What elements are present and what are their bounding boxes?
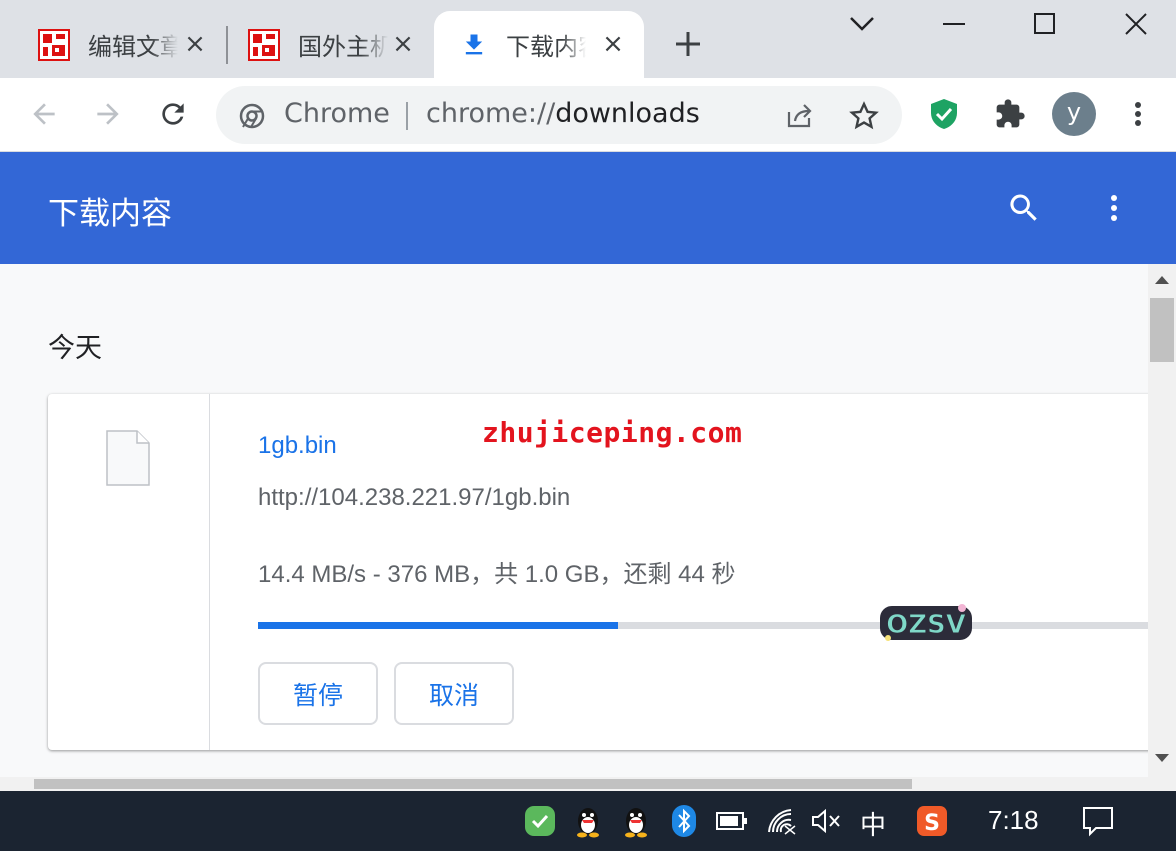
download-status: 14.4 MB/s - 376 MB，共 1.0 GB，还剩 44 秒 [258, 561, 736, 588]
url-host: downloads [555, 98, 700, 129]
file-icon-column [48, 394, 210, 750]
tab-strip: 编辑文章 × 国外主机 × 下载内容 × [0, 0, 1176, 78]
tab-title: 编辑文章 [88, 33, 178, 61]
search-icon[interactable] [1006, 190, 1042, 226]
reload-icon[interactable] [155, 96, 191, 132]
scroll-down-arrow-icon[interactable] [1155, 754, 1169, 762]
horizontal-scrollbar[interactable] [0, 777, 1176, 791]
red-site-favicon-icon [248, 28, 280, 61]
file-source-url[interactable]: http://104.238.221.97/1gb.bin [258, 484, 570, 512]
bookmark-star-icon[interactable] [848, 100, 880, 132]
tab-hosting[interactable]: 国外主机 × [228, 11, 434, 78]
omnibox-chip: Chrome [284, 98, 390, 129]
chrome-logo-icon [238, 102, 266, 130]
browser-toolbar: Chrome chrome://downloads y [0, 78, 1176, 152]
sticker-text: OZSV [886, 610, 966, 640]
scrollbar-thumb[interactable] [34, 779, 912, 789]
tab-edit-article[interactable]: 编辑文章 × [0, 11, 226, 78]
bluetooth-icon[interactable] [666, 803, 702, 839]
omnibox-divider [406, 102, 408, 130]
graffiti-logo-sticker: OZSV [876, 598, 976, 648]
download-icon [458, 29, 490, 61]
maximize-icon[interactable] [1024, 6, 1064, 42]
volume-muted-icon[interactable] [808, 803, 844, 839]
download-progress-bar [258, 622, 1148, 629]
shield-extension-icon[interactable] [926, 96, 962, 132]
tab-downloads[interactable]: 下载内容 × [434, 11, 644, 78]
window-close-icon[interactable] [1116, 6, 1156, 42]
file-name-link[interactable]: 1gb.bin [258, 432, 337, 460]
pause-button[interactable]: 暂停 [258, 662, 378, 725]
svg-text:S: S [924, 811, 940, 836]
extensions-puzzle-icon[interactable] [992, 96, 1028, 132]
url-scheme: chrome:// [426, 98, 556, 129]
battery-icon[interactable] [714, 803, 750, 839]
minimize-icon[interactable] [934, 6, 974, 42]
tab-search-chevron-icon[interactable] [842, 6, 882, 42]
profile-avatar[interactable]: y [1052, 92, 1096, 136]
url-text[interactable]: chrome://downloads [426, 98, 700, 129]
progress-fill [258, 622, 618, 629]
more-options-icon[interactable] [1100, 190, 1128, 226]
taskbar-clock[interactable]: 7:18 [988, 805, 1039, 836]
share-icon[interactable] [784, 100, 816, 132]
download-item-card: 1gb.bin zhujiceping.com http://104.238.2… [48, 394, 1148, 750]
scroll-up-arrow-icon[interactable] [1155, 276, 1169, 284]
qq-penguin-icon[interactable] [570, 803, 606, 839]
ime-indicator[interactable]: 中 [860, 805, 886, 842]
vertical-scrollbar[interactable] [1148, 264, 1176, 777]
forward-arrow-icon[interactable] [90, 96, 126, 132]
qq-penguin-icon[interactable] [618, 803, 654, 839]
wifi-icon[interactable] [764, 803, 800, 839]
security-tray-icon[interactable] [522, 803, 558, 839]
address-bar[interactable]: Chrome chrome://downloads [216, 86, 902, 144]
downloads-list: 今天 1gb.bin zhujiceping.com http://104.23… [0, 264, 1148, 777]
page-title: 下载内容 [48, 196, 172, 232]
tab-title: 国外主机 [298, 33, 388, 61]
close-tab-icon[interactable]: × [392, 31, 414, 57]
windows-taskbar: 中 S 7:18 [0, 791, 1176, 851]
back-arrow-icon[interactable] [26, 96, 62, 132]
browser-menu-icon[interactable] [1120, 96, 1156, 132]
watermark-text: zhujiceping.com [482, 416, 743, 449]
red-site-favicon-icon [38, 28, 70, 61]
close-tab-icon[interactable]: × [184, 31, 206, 57]
downloads-header: 下载内容 [0, 152, 1176, 264]
cancel-button[interactable]: 取消 [394, 662, 514, 725]
scrollbar-thumb[interactable] [1150, 298, 1174, 362]
sogou-ime-icon[interactable]: S [914, 803, 950, 839]
tab-title: 下载内容 [506, 33, 586, 61]
close-tab-icon[interactable]: × [602, 31, 624, 57]
file-icon [106, 430, 150, 486]
notification-center-icon[interactable] [1080, 803, 1116, 839]
date-heading: 今天 [48, 333, 102, 364]
new-tab-icon[interactable] [672, 28, 704, 60]
